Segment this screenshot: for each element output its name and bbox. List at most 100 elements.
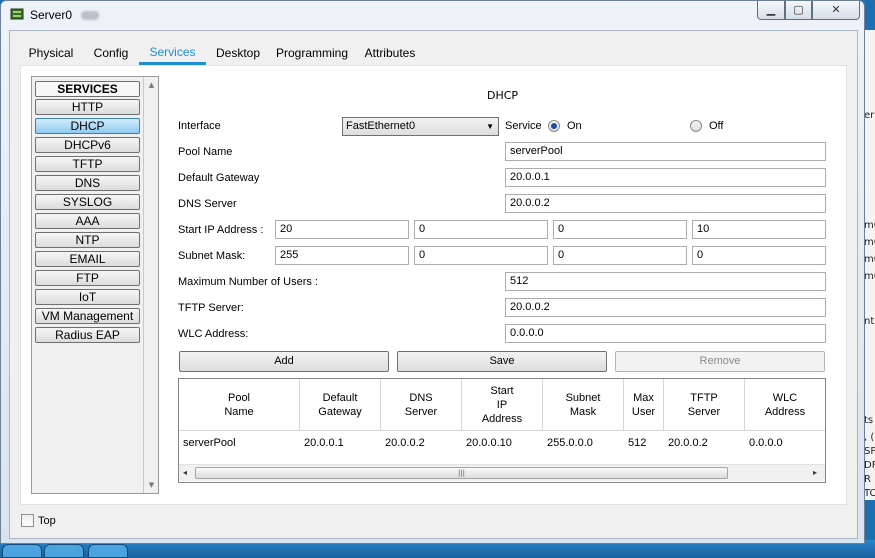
dns-server-label: DNS Server bbox=[178, 198, 237, 210]
max-users-input[interactable]: 512 bbox=[505, 272, 826, 291]
services-header: SERVICES bbox=[35, 81, 140, 97]
bg-fragment: SP bbox=[864, 446, 875, 457]
service-on-radio[interactable] bbox=[548, 120, 560, 132]
service-on-label: On bbox=[567, 120, 582, 132]
column-header-dns-server[interactable]: DNS Server bbox=[381, 379, 462, 431]
tab-desktop[interactable]: Desktop bbox=[210, 41, 266, 65]
taskbar-tab[interactable] bbox=[2, 544, 42, 558]
device-tabs: Physical Config Services Desktop Program… bbox=[18, 41, 848, 65]
start-ip-octet-3[interactable]: 0 bbox=[553, 220, 687, 239]
scroll-up-icon[interactable]: ▲ bbox=[147, 81, 156, 90]
tab-attributes[interactable]: Attributes bbox=[358, 41, 422, 65]
service-item-radius-eap[interactable]: Radius EAP bbox=[35, 327, 140, 343]
service-off-label: Off bbox=[709, 120, 724, 132]
service-item-ntp[interactable]: NTP bbox=[35, 232, 140, 248]
bg-fragment: R bbox=[864, 474, 871, 485]
cell-max-user: 512 bbox=[628, 437, 647, 449]
divider bbox=[178, 107, 826, 108]
scroll-down-icon[interactable]: ▼ bbox=[147, 481, 156, 490]
tab-programming[interactable]: Programming bbox=[271, 41, 353, 65]
tab-services[interactable]: Services bbox=[139, 41, 206, 65]
cell-start-ip: 20.0.0.10 bbox=[466, 437, 512, 449]
service-item-syslog[interactable]: SYSLOG bbox=[35, 194, 140, 210]
dns-server-input[interactable]: 20.0.0.2 bbox=[505, 194, 826, 213]
column-header-wlc-address[interactable]: WLC Address bbox=[745, 379, 825, 431]
column-header-start-ip[interactable]: Start IP Address bbox=[462, 379, 543, 431]
service-item-aaa[interactable]: AAA bbox=[35, 213, 140, 229]
wlc-address-label: WLC Address: bbox=[178, 328, 249, 340]
column-header-tftp-server[interactable]: TFTP Server bbox=[664, 379, 745, 431]
column-header-subnet-mask[interactable]: Subnet Mask bbox=[543, 379, 624, 431]
add-button[interactable]: Add bbox=[179, 351, 389, 372]
title-bar[interactable]: Server0 ▁ ▢ ✕ bbox=[1, 1, 864, 29]
maximize-button[interactable]: ▢ bbox=[785, 1, 812, 20]
scroll-left-icon[interactable]: ◂ bbox=[183, 468, 187, 477]
bg-fragment: m0 bbox=[864, 271, 875, 282]
scroll-right-icon[interactable]: ▸ bbox=[813, 468, 817, 477]
cell-default-gateway: 20.0.0.1 bbox=[304, 437, 344, 449]
bg-fragment: , ( bbox=[864, 432, 875, 443]
subnet-octet-3[interactable]: 0 bbox=[553, 246, 687, 265]
minimize-button[interactable]: ▁ bbox=[757, 1, 785, 20]
default-gateway-label: Default Gateway bbox=[178, 172, 260, 184]
service-item-dns[interactable]: DNS bbox=[35, 175, 140, 191]
bg-fragment: TC bbox=[864, 488, 875, 499]
service-item-ftp[interactable]: FTP bbox=[35, 270, 140, 286]
window-title: Server0 bbox=[30, 8, 73, 22]
taskbar-tab[interactable] bbox=[88, 544, 128, 558]
column-header-max-user[interactable]: Max User bbox=[624, 379, 664, 431]
service-item-dhcp[interactable]: DHCP bbox=[35, 118, 140, 134]
bg-fragment: m0 bbox=[864, 237, 875, 248]
cell-wlc-address: 0.0.0.0 bbox=[749, 437, 783, 449]
pool-name-input[interactable]: serverPool bbox=[505, 142, 826, 161]
pool-name-label: Pool Name bbox=[178, 146, 233, 158]
service-item-iot[interactable]: IoT bbox=[35, 289, 140, 305]
top-checkbox[interactable] bbox=[21, 514, 34, 527]
dropdown-arrow-icon: ▼ bbox=[486, 122, 494, 131]
remove-button[interactable]: Remove bbox=[615, 351, 825, 372]
tftp-server-label: TFTP Server: bbox=[178, 302, 244, 314]
cell-subnet-mask: 255.0.0.0 bbox=[547, 437, 593, 449]
service-item-email[interactable]: EMAIL bbox=[35, 251, 140, 267]
service-item-http[interactable]: HTTP bbox=[35, 99, 140, 115]
cell-tftp-server: 20.0.0.2 bbox=[668, 437, 708, 449]
default-gateway-input[interactable]: 20.0.0.1 bbox=[505, 168, 826, 187]
taskbar-tab[interactable] bbox=[44, 544, 84, 558]
service-off-radio[interactable] bbox=[690, 120, 702, 132]
wlc-address-input[interactable]: 0.0.0.0 bbox=[505, 324, 826, 343]
start-ip-octet-1[interactable]: 20 bbox=[275, 220, 409, 239]
cell-dns-server: 20.0.0.2 bbox=[385, 437, 425, 449]
bg-fragment: m0 bbox=[864, 220, 875, 231]
server-window: Server0 ▁ ▢ ✕ Physical Config Services D… bbox=[0, 0, 865, 544]
subnet-mask-label: Subnet Mask: bbox=[178, 250, 246, 262]
interface-select-value: FastEthernet0 bbox=[346, 120, 416, 132]
table-horizontal-scrollbar[interactable]: ◂ ||| ▸ bbox=[179, 464, 825, 481]
services-scrollbar[interactable]: ▲ ▼ bbox=[145, 77, 158, 493]
save-button[interactable]: Save bbox=[397, 351, 607, 372]
bg-fragment: DF bbox=[864, 460, 875, 471]
title-decoration bbox=[81, 11, 99, 20]
interface-select[interactable]: FastEthernet0 ▼ bbox=[342, 117, 499, 136]
column-header-default-gateway[interactable]: Default Gateway bbox=[300, 379, 381, 431]
bg-fragment: nt bbox=[864, 316, 875, 327]
subnet-octet-2[interactable]: 0 bbox=[414, 246, 548, 265]
start-ip-octet-2[interactable]: 0 bbox=[414, 220, 548, 239]
tab-config[interactable]: Config bbox=[86, 41, 136, 65]
subnet-octet-1[interactable]: 255 bbox=[275, 246, 409, 265]
top-label: Top bbox=[38, 515, 56, 527]
bg-fragment: m0 bbox=[864, 254, 875, 265]
tab-physical[interactable]: Physical bbox=[18, 41, 84, 65]
dhcp-title: DHCP bbox=[487, 89, 519, 102]
scroll-thumb[interactable]: ||| bbox=[195, 467, 728, 479]
service-item-tftp[interactable]: TFTP bbox=[35, 156, 140, 172]
close-button[interactable]: ✕ bbox=[812, 1, 860, 20]
service-item-dhcpv6[interactable]: DHCPv6 bbox=[35, 137, 140, 153]
column-header-pool-name[interactable]: Pool Name bbox=[179, 379, 300, 431]
interface-label: Interface bbox=[178, 120, 221, 132]
start-ip-octet-4[interactable]: 10 bbox=[692, 220, 826, 239]
server-app-icon bbox=[10, 8, 24, 20]
service-item-vm-management[interactable]: VM Management bbox=[35, 308, 140, 324]
start-ip-label: Start IP Address : bbox=[178, 224, 264, 236]
tftp-server-input[interactable]: 20.0.0.2 bbox=[505, 298, 826, 317]
subnet-octet-4[interactable]: 0 bbox=[692, 246, 826, 265]
